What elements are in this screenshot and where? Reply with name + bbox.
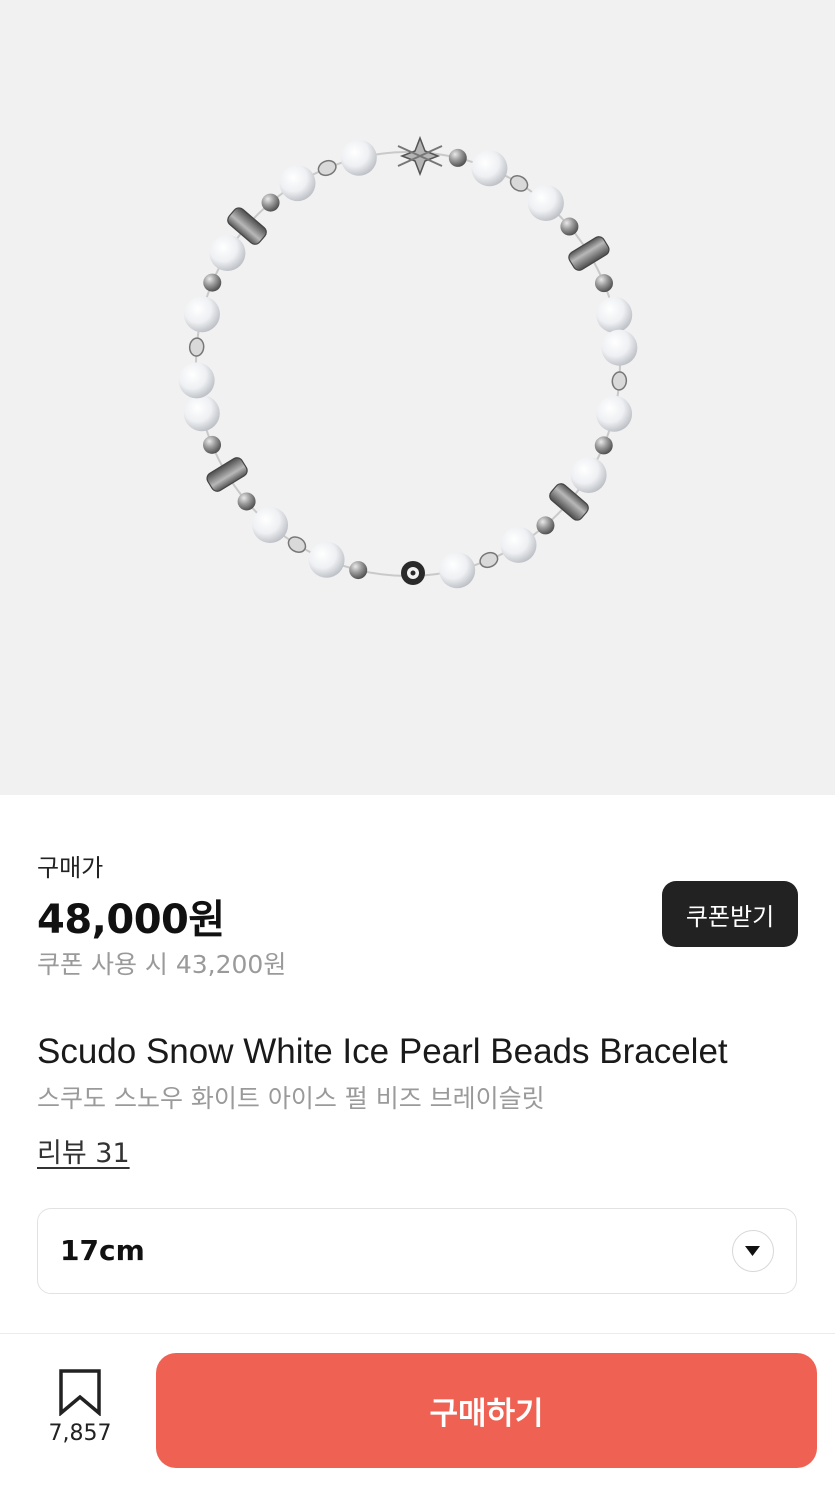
- pearl-bead: [183, 296, 220, 333]
- pearl-bead: [527, 184, 564, 221]
- product-page: 구매가 48,000원 쿠폰 사용 시 43,200원 쿠폰받기 Scudo S…: [0, 0, 835, 1500]
- buy-button[interactable]: 구매하기: [156, 1353, 817, 1468]
- metal-bead: [594, 436, 613, 455]
- metal-bead: [594, 274, 613, 293]
- bookmark-count: 7,857: [48, 1421, 112, 1446]
- pearl-bead: [308, 541, 345, 578]
- spacer-bead: [317, 159, 337, 177]
- pearl-bead: [178, 362, 215, 399]
- pearl-bead: [570, 457, 607, 494]
- product-title: Scudo Snow White Ice Pearl Beads Bracele…: [37, 1032, 728, 1071]
- spacer-bead: [287, 536, 307, 553]
- review-link[interactable]: 리뷰 31: [37, 1131, 130, 1170]
- bracelet-image: [178, 135, 638, 589]
- pearl-bead: [471, 150, 508, 187]
- pearl-bead: [279, 165, 316, 202]
- spacer-bead: [479, 551, 499, 569]
- engraved-tube-bead: [568, 236, 610, 271]
- spacer-bead: [188, 337, 205, 357]
- pearl-bead: [596, 395, 633, 432]
- pearl-bead: [252, 507, 289, 544]
- get-coupon-button[interactable]: 쿠폰받기: [662, 881, 798, 947]
- cross-charm: [397, 135, 443, 177]
- pearl-bead: [183, 395, 220, 432]
- pearl-bead: [601, 329, 638, 366]
- metal-bead: [448, 148, 467, 167]
- metal-bead: [261, 193, 280, 212]
- price-label: 구매가: [37, 854, 104, 882]
- pearl-bead: [439, 552, 476, 589]
- coupon-price: 쿠폰 사용 시 43,200원: [37, 950, 287, 979]
- product-image[interactable]: [0, 0, 835, 795]
- flower-charm: [401, 561, 425, 585]
- size-select[interactable]: 17cm: [37, 1208, 797, 1294]
- engraved-tube-bead: [206, 457, 248, 492]
- metal-bead: [560, 217, 579, 236]
- size-select-value: 17cm: [60, 1234, 145, 1267]
- product-subtitle: 스쿠도 스노우 화이트 아이스 펄 비즈 브레이슬릿: [37, 1084, 545, 1113]
- bottom-bar-divider: [0, 1333, 835, 1334]
- bookmark-icon: [59, 1369, 101, 1416]
- metal-bead: [237, 492, 256, 511]
- pearl-bead: [340, 139, 377, 176]
- metal-bead: [536, 516, 555, 535]
- price: 48,000원: [37, 897, 225, 943]
- spacer-bead: [611, 371, 628, 391]
- pearl-bead: [500, 526, 537, 563]
- pearl-bead: [209, 234, 246, 271]
- spacer-bead: [509, 175, 529, 192]
- metal-bead: [203, 273, 222, 292]
- pearl-bead: [596, 296, 633, 333]
- metal-bead: [203, 435, 222, 454]
- bookmark-button[interactable]: 7,857: [40, 1366, 120, 1456]
- metal-bead: [349, 561, 368, 580]
- chevron-down-icon[interactable]: [732, 1230, 774, 1272]
